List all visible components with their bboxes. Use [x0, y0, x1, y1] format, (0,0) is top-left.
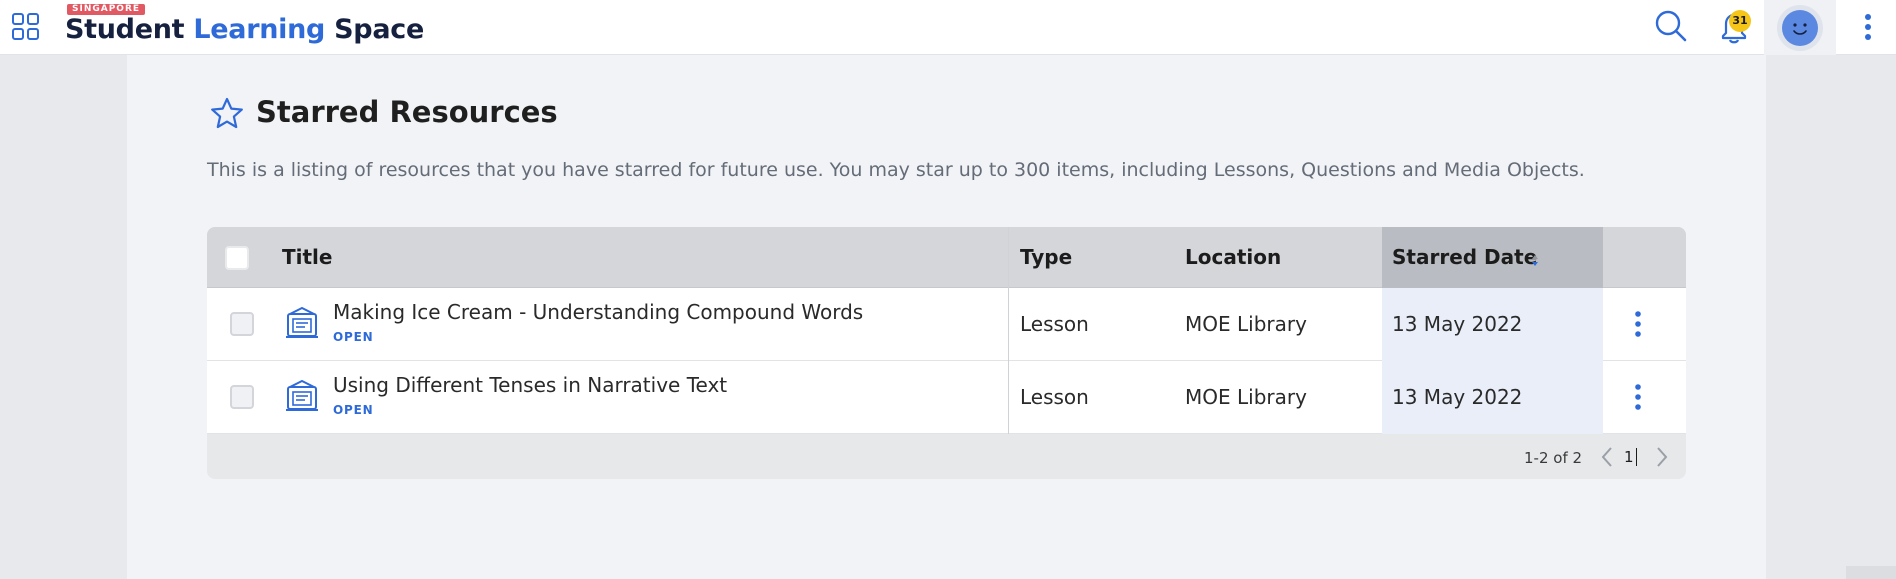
row-checkbox[interactable]	[230, 385, 254, 409]
cell-location: MOE Library	[1185, 312, 1307, 336]
lesson-icon	[286, 379, 318, 411]
star-icon	[211, 97, 243, 129]
column-header-type[interactable]: Type	[1020, 227, 1072, 287]
grid-icon[interactable]	[11, 12, 41, 42]
more-menu-icon[interactable]	[1856, 8, 1880, 46]
open-link[interactable]: OPEN	[333, 330, 373, 344]
smile-icon	[1793, 23, 1807, 35]
starred-resources-table: Title Type Location Starred Date Making …	[207, 227, 1686, 479]
table-row[interactable]: Using Different Tenses in Narrative Text…	[207, 361, 1686, 434]
scrollbar-corner	[1846, 566, 1896, 579]
cell-starred-date: 13 May 2022	[1392, 312, 1523, 336]
column-header-title[interactable]: Title	[282, 227, 332, 287]
sort-icon[interactable]	[1529, 252, 1541, 268]
cell-location: MOE Library	[1185, 385, 1307, 409]
page-number-input[interactable]	[1624, 444, 1644, 470]
page-title: Starred Resources	[256, 95, 558, 129]
app-name: Student Learning Space	[65, 14, 424, 45]
column-header-location[interactable]: Location	[1185, 227, 1281, 287]
avatar-face	[1782, 10, 1818, 46]
open-link[interactable]: OPEN	[333, 403, 373, 417]
notifications-button[interactable]: 31	[1715, 8, 1755, 46]
lesson-icon	[286, 306, 318, 338]
top-bar: SINGAPORE Student Learning Space 31	[0, 0, 1896, 55]
resource-title-link[interactable]: Using Different Tenses in Narrative Text	[333, 373, 727, 397]
table-row[interactable]: Making Ice Cream - Understanding Compoun…	[207, 288, 1686, 361]
column-divider	[1008, 227, 1009, 434]
logo-word-space: Space	[334, 14, 424, 45]
cell-type: Lesson	[1020, 312, 1089, 336]
row-more-icon[interactable]	[1626, 308, 1650, 340]
select-all-checkbox[interactable]	[225, 246, 249, 270]
logo-word-student: Student	[65, 14, 185, 45]
resource-title-link[interactable]: Making Ice Cream - Understanding Compoun…	[333, 300, 863, 324]
row-checkbox[interactable]	[230, 312, 254, 336]
row-more-icon[interactable]	[1626, 381, 1650, 413]
chevron-right-icon[interactable]	[1648, 442, 1676, 472]
left-gutter	[0, 55, 127, 579]
cell-starred-date: 13 May 2022	[1392, 385, 1523, 409]
text-caret	[1636, 448, 1637, 466]
search-icon[interactable]	[1654, 9, 1688, 43]
cell-type: Lesson	[1020, 385, 1089, 409]
page-description: This is a listing of resources that you …	[207, 159, 1585, 181]
logo-word-learning: Learning	[193, 14, 326, 45]
pagination-range: 1-2 of 2	[1524, 449, 1583, 467]
right-gutter	[1766, 55, 1896, 579]
table-header: Title Type Location Starred Date	[207, 227, 1686, 288]
notification-count-badge: 31	[1729, 10, 1751, 32]
profile-area	[1764, 0, 1836, 55]
chevron-left-icon[interactable]	[1593, 442, 1621, 472]
avatar[interactable]	[1777, 5, 1823, 51]
column-header-starred-date[interactable]: Starred Date	[1392, 227, 1537, 287]
